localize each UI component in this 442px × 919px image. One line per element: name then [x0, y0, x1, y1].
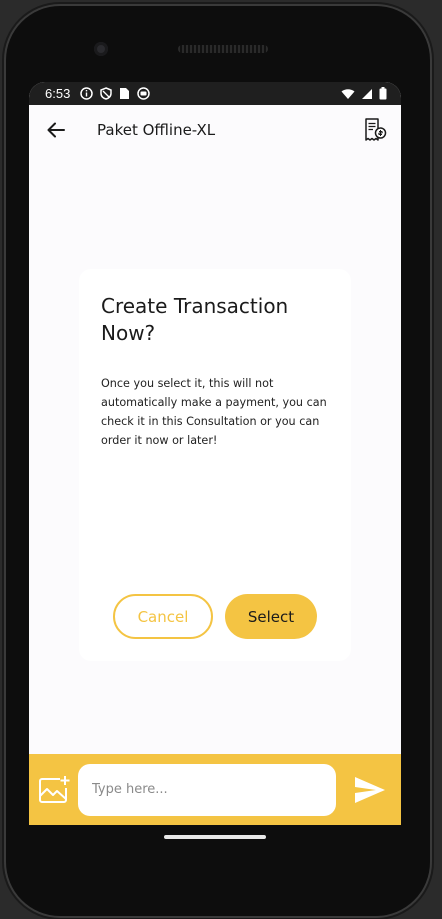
page-title: Paket Offline-XL [97, 121, 216, 139]
shield-icon [100, 87, 113, 100]
select-button[interactable]: Select [225, 594, 317, 639]
create-transaction-dialog: Create Transaction Now? Once you select … [79, 269, 351, 661]
front-camera [94, 42, 108, 56]
sim-card-icon [120, 88, 130, 99]
dialog-title: Create Transaction Now? [101, 294, 289, 345]
earpiece-speaker [178, 45, 268, 53]
receipt-button[interactable] [361, 116, 389, 144]
receipt-icon [365, 118, 387, 141]
dialog-message: Once you select it, this will not automa… [101, 377, 327, 447]
status-bar: 6:53 [29, 82, 401, 105]
signal-icon [362, 88, 372, 99]
message-composer [29, 754, 401, 825]
cancel-button[interactable]: Cancel [113, 594, 213, 639]
home-indicator[interactable] [164, 835, 266, 839]
volume-button [430, 356, 434, 464]
attach-image-button[interactable] [37, 773, 71, 807]
power-button [430, 236, 434, 296]
circle-app-icon [137, 87, 151, 100]
add-image-icon [39, 775, 70, 803]
back-button[interactable] [43, 117, 69, 143]
app-bar: Paket Offline-XL [29, 105, 401, 155]
info-icon [80, 87, 94, 100]
message-input[interactable] [78, 763, 336, 816]
wifi-icon [341, 88, 355, 99]
send-button[interactable] [352, 772, 388, 808]
battery-icon [379, 87, 387, 100]
send-icon [355, 776, 385, 803]
app-screen: 6:53 Paket Offline-XL Create Transaction… [29, 82, 401, 825]
arrow-left-icon [47, 122, 65, 138]
status-time: 6:53 [45, 86, 71, 101]
